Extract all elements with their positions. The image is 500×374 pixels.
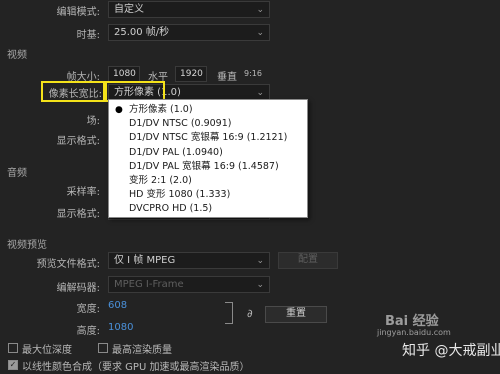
pixel-aspect-option-label: D1/DV PAL (1.0940)	[129, 146, 223, 158]
timebase-value: 25.00 帧/秒	[114, 27, 170, 38]
pixel-aspect-option-label: D1/DV PAL 宽银幕 16:9 (1.4587)	[129, 160, 279, 172]
sample-rate-label: 采样率:	[66, 187, 100, 198]
editing-mode-label: 编辑模式:	[56, 7, 100, 18]
codec-value: MPEG I-Frame	[114, 279, 184, 290]
preview-width-value[interactable]: 608	[108, 300, 127, 311]
pixel-aspect-option[interactable]: D1/DV PAL 宽银幕 16:9 (1.4587)	[109, 160, 307, 174]
editing-mode-value: 自定义	[114, 4, 144, 15]
selected-dot-icon: ●	[115, 105, 123, 115]
chevron-down-icon: ⌄	[256, 280, 264, 290]
max-bit-depth-label: 最大位深度	[22, 345, 72, 356]
timebase-select[interactable]: 25.00 帧/秒 ⌄	[108, 24, 270, 41]
pixel-aspect-dropdown-menu: ● 方形像素 (1.0) D1/DV NTSC (0.9091) D1/DV NTSC…	[108, 99, 308, 218]
max-render-quality-label: 最高渲染质量	[112, 345, 172, 356]
zhihu-watermark: 知乎 @大戒副业	[402, 343, 500, 359]
pixel-aspect-label: 像素长宽比:	[48, 89, 102, 100]
codec-select[interactable]: MPEG I-Frame ⌄	[108, 276, 270, 293]
audio-section-title: 音频	[7, 168, 27, 179]
vertical-label: 垂直	[217, 72, 237, 83]
linear-color-label: 以线性颜色合成（要求 GPU 加速或最高渲染品质）	[22, 362, 250, 373]
pixel-aspect-option-label: D1/DV NTSC 宽银幕 16:9 (1.2121)	[129, 132, 288, 144]
max-render-quality-checkbox[interactable]	[98, 343, 108, 353]
preview-format-label: 预览文件格式:	[36, 259, 100, 270]
chevron-down-icon: ⌄	[256, 5, 264, 15]
aspect-ratio-readout: 9:16	[244, 69, 262, 78]
audio-display-format-label: 显示格式:	[56, 209, 100, 220]
configure-button[interactable]: 配置	[278, 252, 338, 269]
fields-label: 场:	[86, 116, 100, 127]
pixel-aspect-option-label: 变形 2:1 (2.0)	[129, 174, 192, 186]
preview-section-title: 视频预览	[7, 240, 47, 251]
pixel-aspect-option[interactable]: HD 变形 1080 (1.333)	[109, 188, 307, 202]
frame-width-input[interactable]: 1080	[108, 66, 140, 82]
link-chain-icon[interactable]: ∂	[247, 307, 253, 320]
pixel-aspect-option-label: D1/DV NTSC (0.9091)	[129, 118, 232, 130]
pixel-aspect-option[interactable]: DVCPRO HD (1.5)	[109, 202, 307, 216]
pixel-aspect-option-label: DVCPRO HD (1.5)	[129, 203, 213, 215]
chevron-down-icon: ⌄	[256, 256, 264, 266]
preview-format-value: 仅 I 帧 MPEG	[114, 255, 176, 266]
pixel-aspect-option[interactable]: D1/DV PAL (1.0940)	[109, 146, 307, 160]
linear-color-checkbox[interactable]: ✓	[8, 360, 18, 370]
chevron-down-icon: ⌄	[256, 28, 264, 38]
pixel-aspect-option-label: 方形像素 (1.0)	[129, 104, 193, 115]
baidu-url-watermark: jingyan.baidu.com	[377, 328, 451, 337]
editing-mode-select[interactable]: 自定义 ⌄	[108, 1, 270, 18]
preview-height-value[interactable]: 1080	[108, 322, 133, 333]
pixel-aspect-option-label: HD 变形 1080 (1.333)	[129, 189, 231, 201]
preview-width-label: 宽度:	[76, 304, 100, 315]
baidu-watermark: Bai 经验	[385, 314, 439, 329]
preview-height-label: 高度:	[76, 326, 100, 337]
max-bit-depth-checkbox[interactable]	[8, 343, 18, 353]
pixel-aspect-option[interactable]: D1/DV NTSC (0.9091)	[109, 117, 307, 131]
pixel-aspect-option[interactable]: D1/DV NTSC 宽银幕 16:9 (1.2121)	[109, 131, 307, 145]
link-bracket	[225, 302, 233, 324]
codec-label: 编解码器:	[56, 283, 100, 294]
pixel-aspect-option[interactable]: 变形 2:1 (2.0)	[109, 174, 307, 188]
pixel-aspect-option[interactable]: ● 方形像素 (1.0)	[109, 103, 307, 117]
timebase-label: 时基:	[76, 30, 100, 41]
video-display-format-label: 显示格式:	[56, 136, 100, 147]
frame-height-input[interactable]: 1920	[175, 66, 207, 82]
preview-format-select[interactable]: 仅 I 帧 MPEG ⌄	[108, 252, 270, 269]
chevron-down-icon: ⌄	[256, 88, 264, 98]
reset-button[interactable]: 重置	[265, 306, 327, 323]
video-section-title: 视频	[7, 50, 27, 61]
